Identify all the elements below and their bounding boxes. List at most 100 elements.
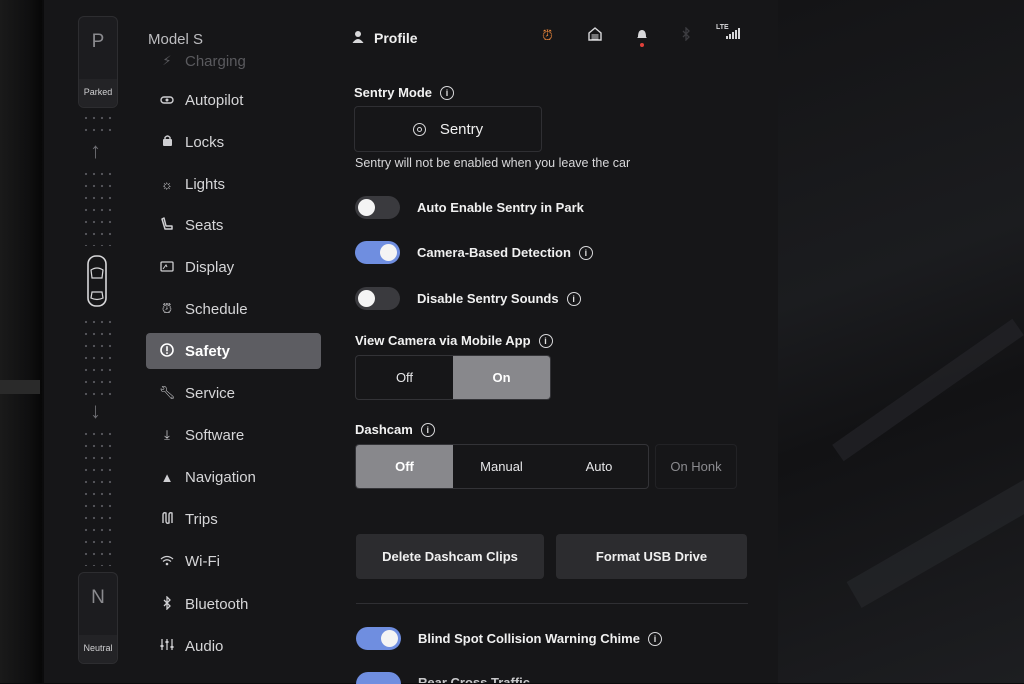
gear-letter: P (91, 31, 105, 52)
sidebar-item-label: Software (185, 426, 245, 444)
dashcam-segmented-control: Off Manual Auto (355, 444, 649, 489)
sidebar-item-audio[interactable]: Audio (146, 628, 321, 664)
sidebar-item-service[interactable]: 🔧︎ Service (146, 375, 321, 411)
divider (356, 603, 748, 604)
car-icon[interactable] (86, 254, 108, 308)
dashcam-on-honk-option[interactable]: On Honk (655, 444, 737, 489)
blind-spot-chime-row: Blind Spot Collision Warning Chime i (356, 627, 662, 650)
sidebar-item-trips[interactable]: Trips (146, 501, 321, 537)
sidebar-item-safety[interactable]: Safety (146, 333, 321, 369)
user-icon (352, 30, 364, 46)
view-camera-segmented-control: Off On (355, 355, 551, 400)
steering-wheel-icon (157, 93, 177, 108)
arrow-up-icon[interactable]: ↑ (90, 138, 101, 164)
auto-enable-sentry-label: Auto Enable Sentry in Park (417, 200, 584, 215)
download-icon: ⤓ (164, 427, 170, 442)
sidebar-item-label: Seats (185, 216, 224, 234)
dashcam-off-option[interactable]: Off (356, 445, 453, 488)
sidebar-item-label: Lights (185, 175, 226, 193)
sidebar-item-seats[interactable]: Seats (146, 207, 321, 243)
navigation-arrow-icon: ▲ (160, 469, 174, 485)
gear-dots (82, 112, 114, 140)
info-icon[interactable]: i (647, 631, 662, 646)
info-icon[interactable]: i (566, 291, 581, 306)
gear-letter: N (91, 587, 105, 608)
sidebar-item-autopilot[interactable]: Autopilot (146, 82, 321, 118)
equalizer-icon (157, 638, 177, 654)
lock-icon (157, 134, 177, 150)
sidebar-item-locks[interactable]: Locks (146, 124, 321, 160)
view-camera-label: View Camera via Mobile App (355, 333, 531, 348)
camera-detection-label: Camera-Based Detection i (417, 245, 593, 260)
sidebar-item-schedule[interactable]: ⏰︎ Schedule (146, 291, 321, 327)
arrow-down-icon[interactable]: ↓ (90, 398, 101, 424)
sidebar-item-label: Audio (185, 637, 224, 655)
dashcam-manual-option[interactable]: Manual (453, 445, 550, 488)
seat-icon (157, 216, 177, 234)
auto-enable-sentry-row: Auto Enable Sentry in Park (355, 196, 584, 219)
sidebar-item-label: Navigation (185, 468, 256, 486)
sidebar-item-software[interactable]: ⤓ Software (146, 417, 321, 453)
bell-icon[interactable] (636, 27, 648, 50)
sentry-mode-label: Sentry Mode (354, 85, 433, 100)
sentry-button-label: Sentry (439, 120, 484, 138)
dashcam-label: Dashcam (355, 422, 413, 437)
info-icon[interactable]: i (538, 333, 553, 348)
sidebar-item-wifi[interactable]: Wi-Fi (146, 543, 321, 579)
sidebar-item-bluetooth[interactable]: Bluetooth (146, 586, 321, 622)
delete-dashcam-clips-button[interactable]: Delete Dashcam Clips (356, 534, 544, 579)
sidebar-item-charging[interactable]: ⚡︎ Charging (146, 43, 321, 79)
gear-park[interactable]: P Parked (78, 16, 118, 108)
alarm-clock-icon: ⏰︎ (161, 301, 173, 316)
sidebar-item-label: Service (185, 384, 236, 402)
dashcam-title: Dashcam i (355, 422, 435, 437)
sentry-icon (412, 122, 426, 136)
auto-enable-sentry-toggle[interactable] (355, 196, 400, 219)
gear-dots (82, 168, 114, 246)
background-photo (778, 0, 1024, 683)
format-usb-drive-button[interactable]: Format USB Drive (556, 534, 747, 579)
disable-sentry-sounds-label: Disable Sentry Sounds i (417, 291, 581, 306)
gear-neutral[interactable]: N Neutral (78, 572, 118, 664)
view-camera-on-option[interactable]: On (453, 356, 550, 399)
left-bezel (0, 0, 42, 683)
view-camera-off-option[interactable]: Off (356, 356, 453, 399)
sidebar-item-label: Autopilot (185, 91, 244, 109)
gear-dots (82, 316, 114, 398)
profile-button[interactable]: Profile (352, 30, 418, 46)
bolt-icon: ⚡︎ (162, 53, 172, 68)
sentry-mode-title: Sentry Mode i (354, 85, 455, 100)
garage-icon[interactable] (588, 27, 602, 44)
rear-cross-traffic-toggle[interactable] (356, 672, 401, 684)
sidebar-item-display[interactable]: Display (146, 249, 321, 285)
sentry-button[interactable]: Sentry (354, 106, 542, 152)
wifi-icon (157, 554, 177, 569)
sidebar-item-label: Trips (185, 510, 218, 528)
info-icon[interactable]: i (578, 245, 593, 260)
blind-spot-chime-toggle[interactable] (356, 627, 401, 650)
info-icon[interactable]: i (440, 85, 455, 100)
sidebar-item-lights[interactable]: ☼ Lights (146, 166, 321, 202)
bluetooth-icon (157, 594, 177, 613)
info-icon[interactable]: i (420, 422, 435, 437)
gear-label: Parked (79, 79, 117, 107)
sidebar-item-label: Bluetooth (185, 595, 249, 613)
sentry-note: Sentry will not be enabled when you leav… (355, 156, 631, 170)
gear-selector: P Parked ↑ ↓ N Neutral (78, 0, 118, 683)
camera-detection-toggle[interactable] (355, 241, 400, 264)
wrench-icon: 🔧︎ (158, 385, 176, 400)
gear-dots (82, 428, 114, 566)
blind-spot-chime-label: Blind Spot Collision Warning Chime i (418, 631, 662, 646)
dashcam-auto-option[interactable]: Auto (550, 445, 648, 488)
sidebar-item-label: Locks (185, 133, 225, 151)
alarm-clock-icon[interactable]: ⏰︎ (542, 27, 553, 44)
disable-sentry-sounds-toggle[interactable] (355, 287, 400, 310)
profile-label: Profile (374, 30, 418, 46)
sidebar-item-label: Display (185, 258, 235, 276)
trips-icon (157, 511, 177, 528)
display-icon (157, 260, 177, 275)
sidebar-item-label: Safety (185, 342, 231, 360)
rear-cross-traffic-label: Rear Cross Traffic Chime (418, 675, 530, 683)
sidebar-item-navigation[interactable]: ▲ Navigation (146, 459, 321, 495)
camera-detection-row: Camera-Based Detection i (355, 241, 593, 264)
